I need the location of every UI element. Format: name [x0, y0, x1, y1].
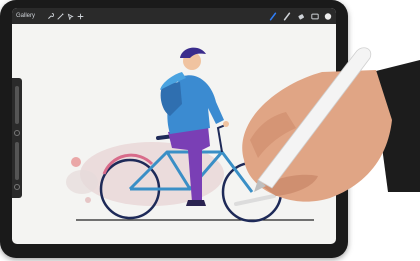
- backdrop-blob: [66, 170, 98, 194]
- smudge-icon[interactable]: [283, 11, 291, 21]
- bicycle-handlebar: [216, 123, 229, 153]
- sleeve: [372, 60, 420, 192]
- brush-icon[interactable]: [269, 11, 277, 21]
- magic-wand-icon[interactable]: [56, 11, 64, 21]
- color-swatch-icon[interactable]: [324, 11, 332, 21]
- wrench-icon[interactable]: [46, 11, 54, 21]
- pencil-stroke: [234, 194, 276, 206]
- backdrop-dot: [85, 197, 91, 203]
- app-screen: Gallery: [12, 8, 336, 244]
- selection-icon[interactable]: [66, 11, 74, 21]
- transform-icon[interactable]: [76, 11, 84, 21]
- drawing-canvas[interactable]: [12, 24, 336, 244]
- tablet-device: Gallery: [0, 0, 348, 258]
- gallery-button[interactable]: Gallery: [16, 11, 35, 21]
- backdrop-dot: [71, 157, 81, 167]
- layers-icon[interactable]: [311, 11, 319, 21]
- rider-hand: [223, 121, 229, 127]
- rider-shoe: [186, 200, 206, 206]
- top-toolbar: Gallery: [12, 8, 336, 24]
- eraser-icon[interactable]: [297, 11, 305, 21]
